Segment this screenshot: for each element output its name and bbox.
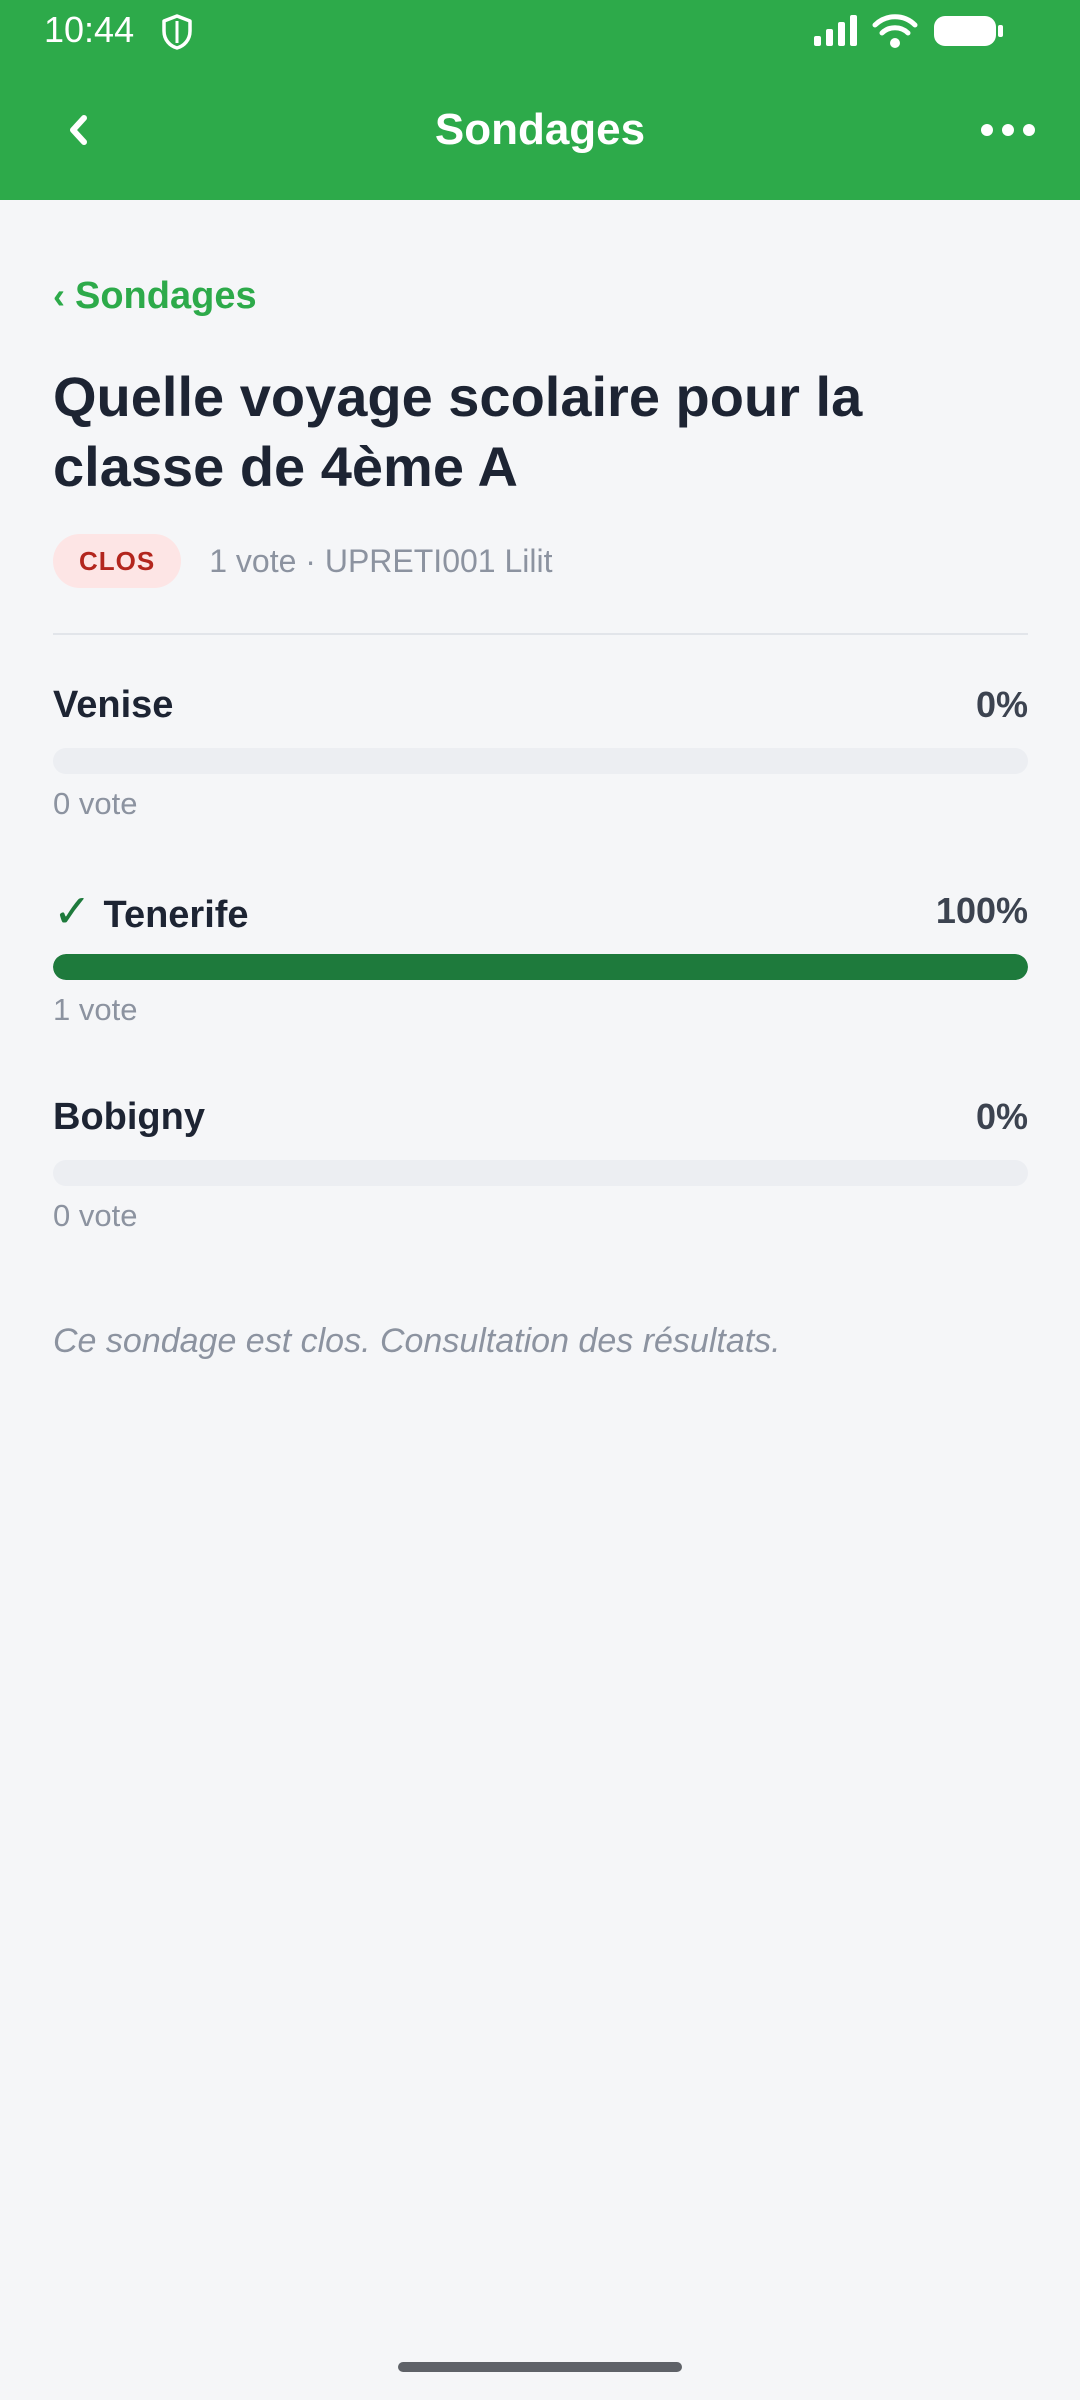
chevron-left-icon: ‹ [53, 275, 65, 316]
option-label-text: Tenerife [103, 894, 249, 936]
check-icon: ✓ [53, 885, 92, 937]
option-percent: 100% [935, 890, 1028, 931]
option-progress-bar [53, 748, 1028, 774]
option-votes: 1 vote [53, 992, 138, 1027]
option-percent: 0% [975, 684, 1028, 725]
poll-meta: CLOS 1 vote · UPRETI001 Lilit [53, 534, 552, 588]
home-indicator[interactable] [398, 2362, 682, 2372]
option-percent: 0% [975, 1096, 1028, 1137]
status-badge: CLOS [53, 534, 182, 588]
breadcrumb-label: Sondages [75, 275, 257, 317]
option-progress-bar [53, 954, 1028, 980]
poll-meta-text: 1 vote · UPRETI001 Lilit [209, 542, 553, 579]
option-votes: 0 vote [53, 786, 138, 821]
status-bar: 10:44 [0, 0, 1080, 60]
battery-icon [934, 16, 1003, 46]
status-time: 10:44 [44, 9, 135, 50]
divider [53, 633, 1028, 635]
option-label: Venise [53, 684, 174, 726]
wifi-icon [872, 14, 918, 48]
app-bar: Sondages [0, 60, 1080, 200]
option-votes: 0 vote [53, 1198, 138, 1233]
poll-option: Venise 0% 0 vote [53, 680, 1028, 830]
option-progress-bar [53, 1160, 1028, 1186]
breadcrumb-back-link[interactable]: ‹ Sondages [53, 270, 257, 322]
poll-option-winner: ✓ Tenerife 100% 1 vote [53, 886, 1028, 1036]
app-bar-title: Sondages [434, 105, 646, 154]
option-progress-fill [53, 954, 1028, 980]
signal-icon [814, 15, 857, 46]
poll-option: Bobigny 0% 0 vote [53, 1092, 1028, 1242]
more-options-button[interactable] [968, 102, 1048, 158]
option-label: ✓ Tenerife [53, 886, 249, 940]
more-horizontal-icon [981, 124, 1035, 136]
closed-note: Ce sondage est clos. Consultation des ré… [53, 1322, 781, 1360]
option-label: Bobigny [53, 1096, 205, 1138]
poll-title: Quelle voyage scolaire pour la classe de… [53, 365, 863, 498]
shield-icon [162, 14, 192, 50]
